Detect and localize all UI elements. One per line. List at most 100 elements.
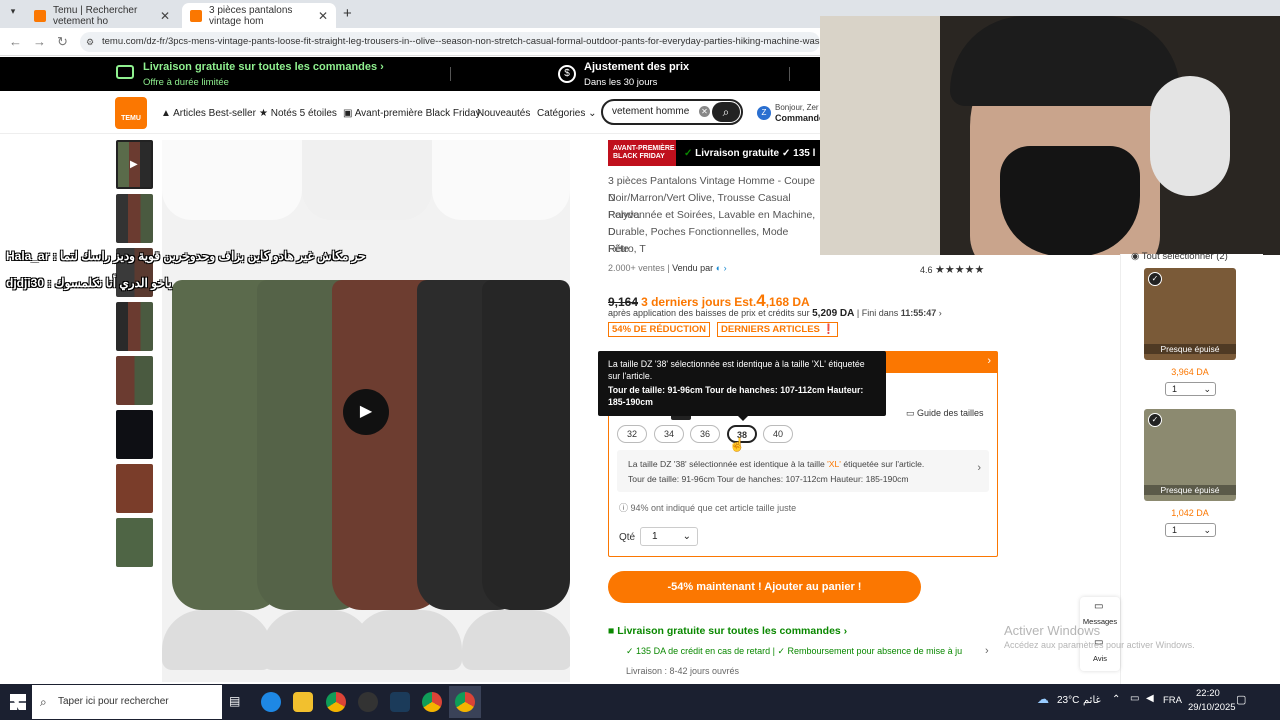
size-tooltip: La taille DZ '38' sélectionnée est ident… xyxy=(598,351,886,416)
file-explorer-icon[interactable] xyxy=(293,692,313,712)
chrome-icon[interactable] xyxy=(326,692,346,712)
credit-badge: ✓ 135 l xyxy=(782,140,820,166)
close-icon[interactable]: ✕ xyxy=(160,9,170,23)
size-option-40[interactable]: 40 xyxy=(763,425,793,443)
stock-label: Presque épuisé xyxy=(1144,344,1236,354)
site-info-icon[interactable]: ⚙ xyxy=(86,32,94,52)
windows-start-icon[interactable] xyxy=(10,694,26,710)
activate-windows-title: Activer Windows xyxy=(1004,623,1101,638)
tab-search[interactable]: Temu | Rechercher vetement ho ✕ xyxy=(26,3,178,28)
nav-categories[interactable]: Catégories ⌄ xyxy=(537,108,597,119)
clear-search-icon[interactable]: ✕ xyxy=(699,106,710,117)
url-field[interactable]: ⚙ temu.com/dz-fr/3pcs-mens-vintage-pants… xyxy=(80,32,820,52)
cart-item-price: 1,042 DA xyxy=(1171,508,1209,518)
promo-label: 3 derniers jours xyxy=(641,295,732,309)
chevron-right-icon: › xyxy=(977,462,981,474)
ruler-icon: ▭ xyxy=(906,408,918,418)
check-icon: ✓ xyxy=(777,646,788,656)
taskbar: ⌕ Taper ici pour rechercher ▤ ☁ 23°C غائم… xyxy=(0,684,1280,720)
cart-item-qty[interactable]: 1 ⌄ xyxy=(1165,523,1216,537)
qty-select[interactable]: 1 ⌄ xyxy=(640,527,698,546)
shipping-guarantees[interactable]: ✓ 135 DA de crédit en cas de retard | ✓ … xyxy=(626,646,962,657)
countdown: 11:55:47 xyxy=(900,308,937,318)
nav-best-sellers[interactable]: ▲ Articles Best-seller xyxy=(161,108,256,119)
chevron-down-icon: ⌄ xyxy=(588,108,597,119)
tab-search-icon[interactable]: ▾ xyxy=(6,6,20,20)
thumbnail-image[interactable] xyxy=(116,410,153,459)
cart-item-price: 3,964 DA xyxy=(1171,367,1209,377)
calendar-icon: ▣ xyxy=(343,108,355,119)
thumbnail-image[interactable] xyxy=(116,194,153,243)
back-icon[interactable]: ← xyxy=(9,34,22,49)
promo-free-shipping-title[interactable]: Livraison gratuite sur toutes les comman… xyxy=(143,61,384,73)
shirt-shape xyxy=(162,140,302,220)
select-all[interactable]: ◉ Tout sélectionner (2) xyxy=(1131,251,1228,262)
nav-five-stars[interactable]: ★ Notés 5 étoiles xyxy=(259,108,337,119)
new-tab-icon[interactable]: + xyxy=(343,5,352,22)
temu-logo[interactable]: TEMU xyxy=(115,97,147,129)
divider xyxy=(789,67,790,81)
chat-message: Hala_ar : حر مكاش غير هادو كاين بزاف وحد… xyxy=(6,249,366,263)
shipping-title[interactable]: ■ Livraison gratuite sur toutes les comm… xyxy=(608,625,847,637)
task-view-icon[interactable]: ▤ xyxy=(229,694,240,708)
thumbnail-image[interactable] xyxy=(116,464,153,513)
taskbar-search[interactable]: ⌕ Taper ici pour rechercher xyxy=(32,685,222,719)
size-option-34[interactable]: 34 xyxy=(654,425,684,443)
search-input[interactable]: vetement homme ✕ ⌕ xyxy=(601,99,743,125)
network-icon[interactable]: ▭ xyxy=(1130,693,1139,704)
avatar[interactable]: Z xyxy=(757,106,771,120)
clock-date[interactable]: 29/10/2025 xyxy=(1188,702,1236,713)
size-info-box[interactable]: La taille DZ '38' sélectionnée est ident… xyxy=(617,450,989,492)
messages-icon[interactable]: ▭ xyxy=(1094,601,1103,612)
rating[interactable]: 4.6 ★★★★★ xyxy=(920,263,984,276)
tab-product[interactable]: 3 pièces pantalons vintage hom ✕ xyxy=(182,3,336,28)
add-to-cart-button[interactable]: -54% maintenant ! Ajouter au panier ! xyxy=(608,571,921,603)
thumbnail-video[interactable]: ▶ xyxy=(116,140,153,189)
weather-temp[interactable]: 23°C xyxy=(1057,695,1079,706)
chrome-icon[interactable] xyxy=(422,692,442,712)
thumbnail-image[interactable] xyxy=(116,518,153,567)
size-guide-link[interactable]: ▭ Guide des tailles xyxy=(906,408,984,419)
reviews-label[interactable]: Avis xyxy=(1080,654,1120,663)
check-icon: ✓ xyxy=(684,147,696,159)
forward-icon[interactable]: → xyxy=(33,34,46,49)
tooltip-line2: Tour de taille: 91-96cm Tour de hanches:… xyxy=(608,385,864,407)
check-icon: ✓ xyxy=(626,646,637,656)
play-button-icon[interactable]: ▶ xyxy=(343,389,389,435)
promo-price-adjust-title[interactable]: Ajustement des prix xyxy=(584,61,689,73)
promo-price-adjust-sub: Dans les 30 jours xyxy=(584,77,658,88)
weather-label[interactable]: غائم xyxy=(1083,695,1101,706)
checkbox-checked-icon[interactable]: ✓ xyxy=(1148,413,1162,427)
input-language[interactable]: FRA xyxy=(1163,695,1182,706)
tray-chevron-icon[interactable]: ⌃ xyxy=(1112,694,1120,705)
weather-icon[interactable]: ☁ xyxy=(1037,692,1049,706)
obs-icon[interactable] xyxy=(358,692,378,712)
account-orders[interactable]: Commande xyxy=(775,113,824,123)
size-option-36[interactable]: 36 xyxy=(690,425,720,443)
chevron-right-icon[interactable]: › xyxy=(985,645,989,657)
url-text: temu.com/dz-fr/3pcs-mens-vintage-pants-l… xyxy=(102,36,820,47)
account-greeting[interactable]: Bonjour, Zer xyxy=(775,103,819,112)
tooltip-arrow xyxy=(737,415,749,421)
cart-item-qty[interactable]: 1 ⌄ xyxy=(1165,382,1216,396)
nav-new[interactable]: Nouveautés xyxy=(477,108,530,119)
shoe xyxy=(462,610,570,670)
notifications-icon[interactable]: ▢ xyxy=(1236,693,1246,706)
cart-side-panel: ◉ Tout sélectionner (2) ✓ Presque épuisé… xyxy=(1120,251,1263,684)
thumbnail-image[interactable] xyxy=(116,356,153,405)
close-icon[interactable]: ✕ xyxy=(318,9,328,23)
thumbnail-image[interactable] xyxy=(116,302,153,351)
edge-icon[interactable] xyxy=(261,692,281,712)
reload-icon[interactable]: ↻ xyxy=(57,34,68,50)
info-icon: ❗ xyxy=(822,324,835,335)
steam-icon[interactable] xyxy=(390,692,410,712)
checkbox-checked-icon[interactable]: ✓ xyxy=(1148,272,1162,286)
volume-icon[interactable]: ◀ xyxy=(1146,693,1154,704)
truck-icon xyxy=(116,65,134,79)
nav-black-friday[interactable]: ▣ Avant-première Black Friday xyxy=(343,108,481,119)
size-option-32[interactable]: 32 xyxy=(617,425,647,443)
active-app-highlight[interactable] xyxy=(449,686,481,718)
search-icon[interactable]: ⌕ xyxy=(712,102,740,122)
clock-time[interactable]: 22:20 xyxy=(1196,688,1220,699)
shoe xyxy=(352,610,462,670)
